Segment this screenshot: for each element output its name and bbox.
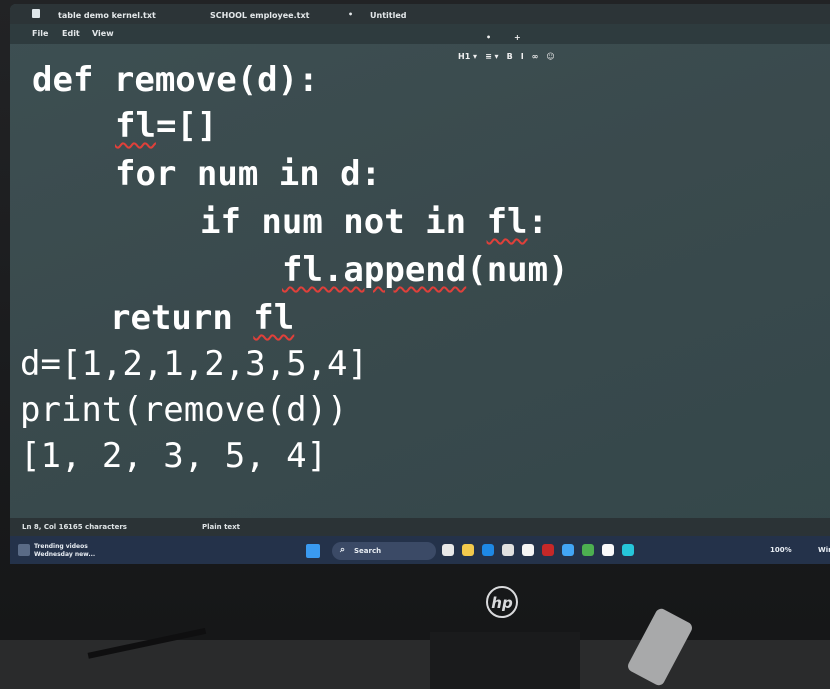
- character-count: 165 characters: [68, 523, 127, 531]
- app-icon[interactable]: [442, 544, 454, 556]
- text-format[interactable]: Plain text: [202, 523, 240, 531]
- output-line: [1, 2, 3, 5, 4]: [20, 436, 328, 476]
- misspelled-word: fl.append: [282, 250, 467, 290]
- app-icon[interactable]: [502, 544, 514, 556]
- taskbar: Trending videos Wednesday new... ⌕ Searc…: [10, 536, 830, 564]
- menu-view[interactable]: View: [92, 29, 114, 38]
- chrome-icon[interactable]: [582, 544, 594, 556]
- active-tab-dot-icon: •: [348, 10, 354, 19]
- dot-icon: •: [486, 33, 492, 42]
- misspelled-word: fl: [486, 202, 528, 242]
- search-icon: ⌕: [340, 545, 346, 555]
- search-label: Search: [354, 547, 382, 555]
- store-icon[interactable]: [562, 544, 574, 556]
- code-text: return: [110, 298, 254, 338]
- widget-title: Trending videos: [34, 543, 88, 550]
- taskbar-search[interactable]: ⌕ Search: [332, 542, 436, 560]
- misspelled-word: fl: [253, 298, 295, 338]
- code-line: fl=[]: [115, 106, 217, 146]
- menu-file[interactable]: File: [32, 29, 48, 38]
- news-icon: [18, 544, 30, 556]
- new-tab-icon[interactable]: +: [514, 33, 521, 42]
- menu-edit[interactable]: Edit: [62, 29, 80, 38]
- code-text: if num not in: [200, 202, 487, 242]
- code-line: fl.append(num): [282, 250, 569, 290]
- menu-bar: File Edit View • +: [10, 24, 830, 44]
- widgets-button[interactable]: Trending videos Wednesday new...: [16, 540, 116, 560]
- code-line: if num not in fl:: [200, 202, 548, 242]
- misspelled-word: fl: [115, 106, 156, 146]
- code-line: print(remove(d)): [20, 390, 348, 430]
- monitor-bezel: table demo kernel.txt SCHOOL employee.tx…: [0, 0, 830, 640]
- tab-untitled[interactable]: Untitled: [370, 11, 406, 20]
- code-line: return fl: [110, 298, 294, 338]
- code-line: d=[1,2,1,2,3,5,4]: [20, 344, 368, 384]
- file-explorer-icon[interactable]: [462, 544, 474, 556]
- tab-employee[interactable]: SCHOOL employee.txt: [210, 11, 309, 20]
- monitor-stand: [430, 632, 580, 689]
- app-icon[interactable]: [602, 544, 614, 556]
- code-text: (num): [466, 250, 569, 290]
- code-editor[interactable]: def remove(d): fl=[] for num in d: if nu…: [10, 60, 830, 510]
- zoom-indicator: 100%: [770, 546, 792, 554]
- edge-icon[interactable]: [482, 544, 494, 556]
- app-icon[interactable]: [542, 544, 554, 556]
- status-bar: Ln 8, Col 16 165 characters Plain text: [10, 518, 830, 536]
- tab-table-demo[interactable]: table demo kernel.txt: [58, 11, 156, 20]
- notepad-icon: [32, 9, 40, 18]
- screen: table demo kernel.txt SCHOOL employee.tx…: [10, 4, 830, 564]
- title-bar: table demo kernel.txt SCHOOL employee.tx…: [10, 4, 830, 24]
- notepad-taskbar-icon[interactable]: [622, 544, 634, 556]
- code-line: for num in d:: [115, 154, 382, 194]
- cursor-position: Ln 8, Col 16: [22, 523, 69, 531]
- code-text: :: [527, 202, 549, 242]
- code-text: =[]: [155, 106, 218, 146]
- windows-start-icon[interactable]: [306, 544, 320, 558]
- hp-logo: hp: [486, 586, 518, 618]
- taskbar-apps: [442, 544, 634, 556]
- code-line: def remove(d):: [32, 60, 319, 100]
- widget-subtitle: Wednesday new...: [34, 551, 96, 558]
- tray-text: Win: [818, 546, 830, 554]
- app-icon[interactable]: [522, 544, 534, 556]
